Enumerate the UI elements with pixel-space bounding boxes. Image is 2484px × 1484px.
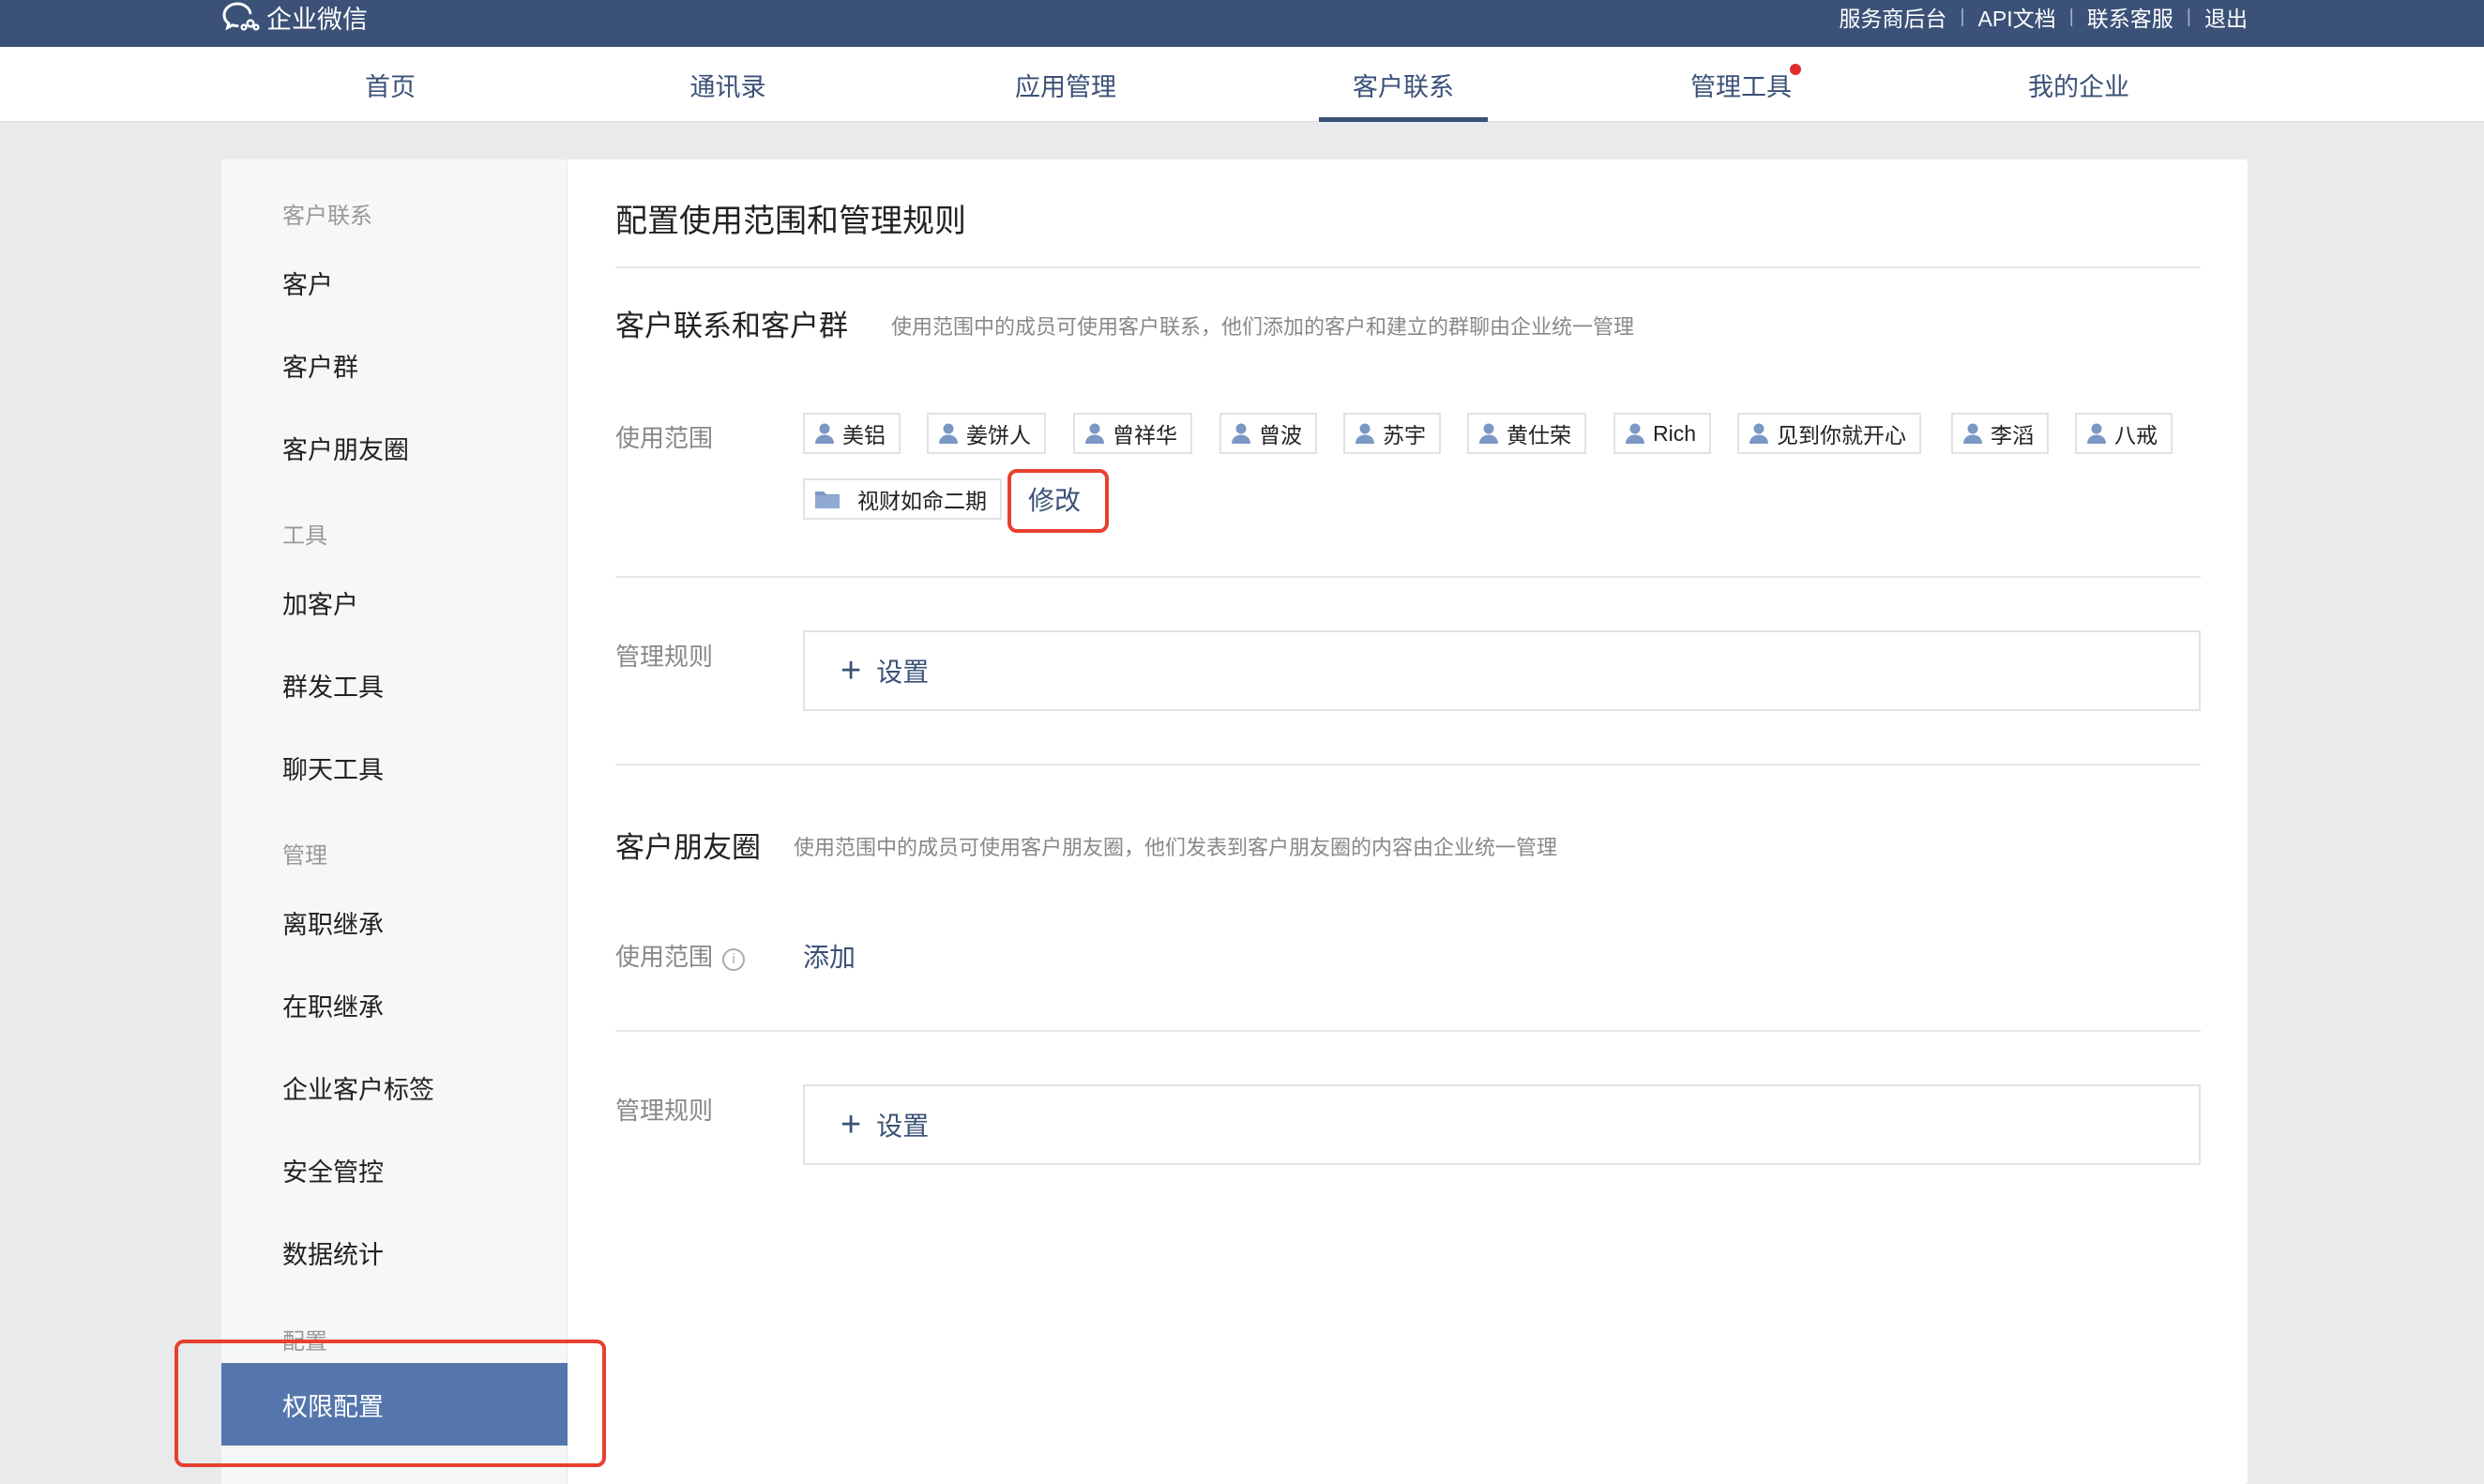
divider: | — [2068, 6, 2074, 27]
rules-label: 管理规则 — [615, 643, 714, 671]
top-bar: 企业微信 服务商后台 | API文档 | 联系客服 | 退出 — [0, 0, 2484, 47]
rules-setting-button[interactable]: + 设置 — [803, 1084, 2201, 1165]
tab-label: 管理工具 — [1690, 72, 1792, 101]
member-name: 八戒 — [2114, 423, 2158, 447]
divider — [615, 1030, 2201, 1032]
tab-management-tools[interactable]: 管理工具 — [1657, 47, 1825, 122]
sidebar-item-data-statistics[interactable]: 数据统计 — [282, 1234, 384, 1271]
notification-dot — [1790, 64, 1801, 75]
person-icon — [815, 423, 834, 444]
department-tag: 视财如命二期 — [803, 478, 1002, 520]
divider: | — [2186, 6, 2191, 27]
main-card: 客户联系 客户 客户群 客户朋友圈 工具 加客户 群发工具 聊天工具 管理 离职… — [221, 159, 2248, 1484]
plus-icon: + — [841, 1105, 862, 1144]
member-name: 姜饼人 — [966, 423, 1031, 447]
sidebar-item-moments[interactable]: 客户朋友圈 — [282, 430, 409, 466]
person-icon — [1479, 423, 1498, 444]
toplink-logout[interactable]: 退出 — [2204, 1, 2248, 33]
divider — [615, 266, 2201, 268]
tab-app-management[interactable]: 应用管理 — [981, 47, 1150, 122]
tab-my-enterprise[interactable]: 我的企业 — [1994, 47, 2163, 122]
sidebar: 客户联系 客户 客户群 客户朋友圈 工具 加客户 群发工具 聊天工具 管理 离职… — [221, 159, 568, 1484]
member-tag: 美铝 — [803, 413, 901, 454]
toplink-contact-support[interactable]: 联系客服 — [2087, 1, 2174, 33]
plus-icon: + — [841, 651, 862, 690]
member-tag: 黄仕荣 — [1467, 413, 1586, 454]
tab-label: 客户联系 — [1353, 72, 1454, 101]
sidebar-item-security-control[interactable]: 安全管控 — [282, 1152, 384, 1189]
person-icon — [1085, 423, 1104, 444]
highlight-box — [1007, 469, 1109, 533]
sidebar-item-onjob-inheritance[interactable]: 在职继承 — [282, 987, 384, 1023]
rules-label: 管理规则 — [615, 1097, 714, 1125]
tab-home[interactable]: 首页 — [306, 47, 475, 122]
person-icon — [1963, 423, 1982, 444]
member-name: 曾波 — [1259, 423, 1302, 447]
sidebar-item-broadcast-tool[interactable]: 群发工具 — [282, 667, 384, 704]
member-name: Rich — [1653, 420, 1697, 446]
member-tag: 曾祥华 — [1073, 413, 1192, 454]
member-tag: 曾波 — [1219, 413, 1317, 454]
sidebar-item-customer-groups[interactable]: 客户群 — [282, 347, 358, 384]
member-tag: 苏宇 — [1343, 413, 1441, 454]
highlight-box — [174, 1340, 606, 1467]
tab-label: 首页 — [365, 72, 416, 101]
brand-name: 企业微信 — [266, 5, 368, 34]
add-scope-link[interactable]: 添加 — [803, 937, 856, 975]
scope-label: 使用范围 — [615, 424, 714, 452]
member-tag: 李滔 — [1951, 413, 2049, 454]
person-icon — [1749, 423, 1768, 444]
person-icon — [1356, 423, 1374, 444]
section-desc-customer-contact: 使用范围中的成员可使用客户联系，他们添加的客户和建立的群聊由企业统一管理 — [891, 315, 1635, 339]
member-tag: 姜饼人 — [927, 413, 1046, 454]
tab-customer-contact[interactable]: 客户联系 — [1319, 47, 1488, 122]
person-icon — [1232, 423, 1250, 444]
tab-label: 通讯录 — [689, 72, 766, 101]
sidebar-item-customer-tags[interactable]: 企业客户标签 — [282, 1069, 434, 1106]
person-icon — [1626, 423, 1644, 444]
rules-setting-button[interactable]: + 设置 — [803, 630, 2201, 711]
divider — [615, 576, 2201, 578]
person-icon — [2087, 423, 2106, 444]
section-title-moments: 客户朋友圈 — [615, 831, 761, 864]
divider — [615, 764, 2201, 765]
tab-label: 应用管理 — [1015, 72, 1116, 101]
page-title: 配置使用范围和管理规则 — [615, 204, 966, 239]
tab-contacts[interactable]: 通讯录 — [644, 47, 812, 122]
sidebar-item-customers[interactable]: 客户 — [282, 265, 333, 301]
rules-setting-label: 设置 — [876, 658, 930, 687]
member-name: 李滔 — [1991, 423, 2034, 447]
member-name: 见到你就开心 — [1777, 423, 1906, 447]
sidebar-group-tools: 工具 — [282, 523, 327, 549]
member-name: 苏宇 — [1383, 423, 1426, 447]
toplink-api-docs[interactable]: API文档 — [1978, 1, 2056, 33]
folder-icon — [815, 492, 840, 508]
sidebar-item-add-customer[interactable]: 加客户 — [282, 584, 358, 621]
member-tag: Rich — [1613, 413, 1712, 454]
department-name: 视财如命二期 — [857, 489, 987, 513]
sidebar-item-resignation-inheritance[interactable]: 离职继承 — [282, 904, 384, 941]
member-name: 曾祥华 — [1113, 423, 1177, 447]
info-icon[interactable]: i — [722, 948, 746, 971]
toplink-service-provider[interactable]: 服务商后台 — [1839, 1, 1946, 33]
scope-label-text: 使用范围 — [615, 943, 714, 971]
scope-label: 使用范围 i — [615, 938, 746, 973]
wecom-logo-icon — [222, 2, 260, 31]
rules-setting-label: 设置 — [876, 1112, 930, 1141]
sidebar-group-management: 管理 — [282, 843, 327, 869]
person-icon — [939, 423, 958, 444]
member-name: 美铝 — [842, 423, 886, 447]
brand-logo[interactable]: 企业微信 — [221, 0, 368, 34]
section-title-customer-contact: 客户联系和客户群 — [615, 310, 848, 342]
sidebar-group-customer-contact: 客户联系 — [282, 204, 372, 229]
top-links: 服务商后台 | API文档 | 联系客服 | 退出 — [1839, 0, 2248, 34]
member-tag: 八戒 — [2075, 413, 2173, 454]
divider: | — [1960, 6, 1965, 27]
section-desc-moments: 使用范围中的成员可使用客户朋友圈，他们发表到客户朋友圈的内容由企业统一管理 — [794, 836, 1558, 859]
member-name: 黄仕荣 — [1507, 423, 1571, 447]
tab-label: 我的企业 — [2028, 72, 2129, 101]
sidebar-item-chat-tool[interactable]: 聊天工具 — [282, 750, 384, 786]
main-nav: 首页 通讯录 应用管理 客户联系 管理工具 我的企业 — [0, 47, 2484, 122]
member-tag: 见到你就开心 — [1737, 413, 1921, 454]
